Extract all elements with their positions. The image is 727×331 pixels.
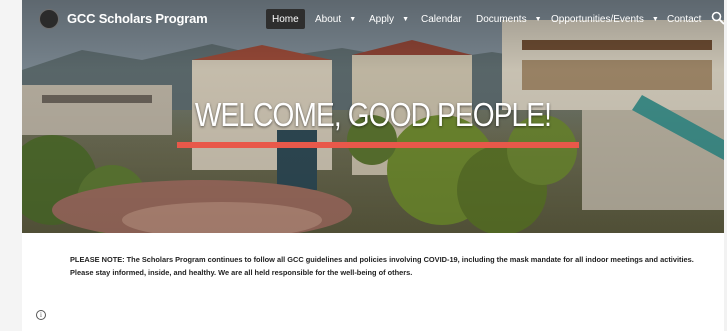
nav-contact-label: Contact	[667, 13, 702, 25]
nav-documents-label: Documents	[476, 13, 527, 25]
program-logo-icon[interactable]	[39, 9, 59, 29]
nav-home[interactable]: Home	[266, 9, 305, 29]
chevron-down-icon: ▼	[349, 15, 357, 23]
chevron-down-icon: ▼	[534, 15, 542, 23]
info-icon[interactable]: i	[36, 310, 46, 320]
nav-calendar[interactable]: Calendar	[421, 9, 462, 29]
covid-notice: PLEASE NOTE: The Scholars Program contin…	[70, 255, 694, 277]
hero-title-underline	[177, 142, 579, 148]
hero-banner: GCC Scholars Program Home About ▼ Apply …	[22, 0, 724, 233]
hero-title: WELCOME, GOOD PEOPLE!	[194, 96, 552, 133]
nav-home-label: Home	[272, 13, 299, 25]
nav-apply[interactable]: Apply ▼	[369, 9, 409, 29]
nav-calendar-label: Calendar	[421, 13, 462, 25]
chevron-down-icon: ▼	[651, 15, 659, 23]
page: GCC Scholars Program Home About ▼ Apply …	[0, 0, 727, 331]
nav-opportunities-events[interactable]: Opportunities/Events ▼	[551, 9, 659, 29]
nav-apply-label: Apply	[369, 13, 395, 25]
nav-about-label: About	[315, 13, 342, 25]
chevron-down-icon: ▼	[402, 15, 410, 23]
nav-about[interactable]: About ▼	[315, 9, 356, 29]
nav-contact[interactable]: Contact	[667, 9, 701, 29]
search-icon[interactable]	[711, 11, 724, 25]
site-title[interactable]: GCC Scholars Program	[67, 11, 208, 26]
left-margin	[0, 0, 22, 331]
nav-opportunities-events-label: Opportunities/Events	[551, 13, 644, 25]
top-navigation: GCC Scholars Program Home About ▼ Apply …	[22, 0, 724, 38]
nav-documents[interactable]: Documents ▼	[476, 9, 542, 29]
